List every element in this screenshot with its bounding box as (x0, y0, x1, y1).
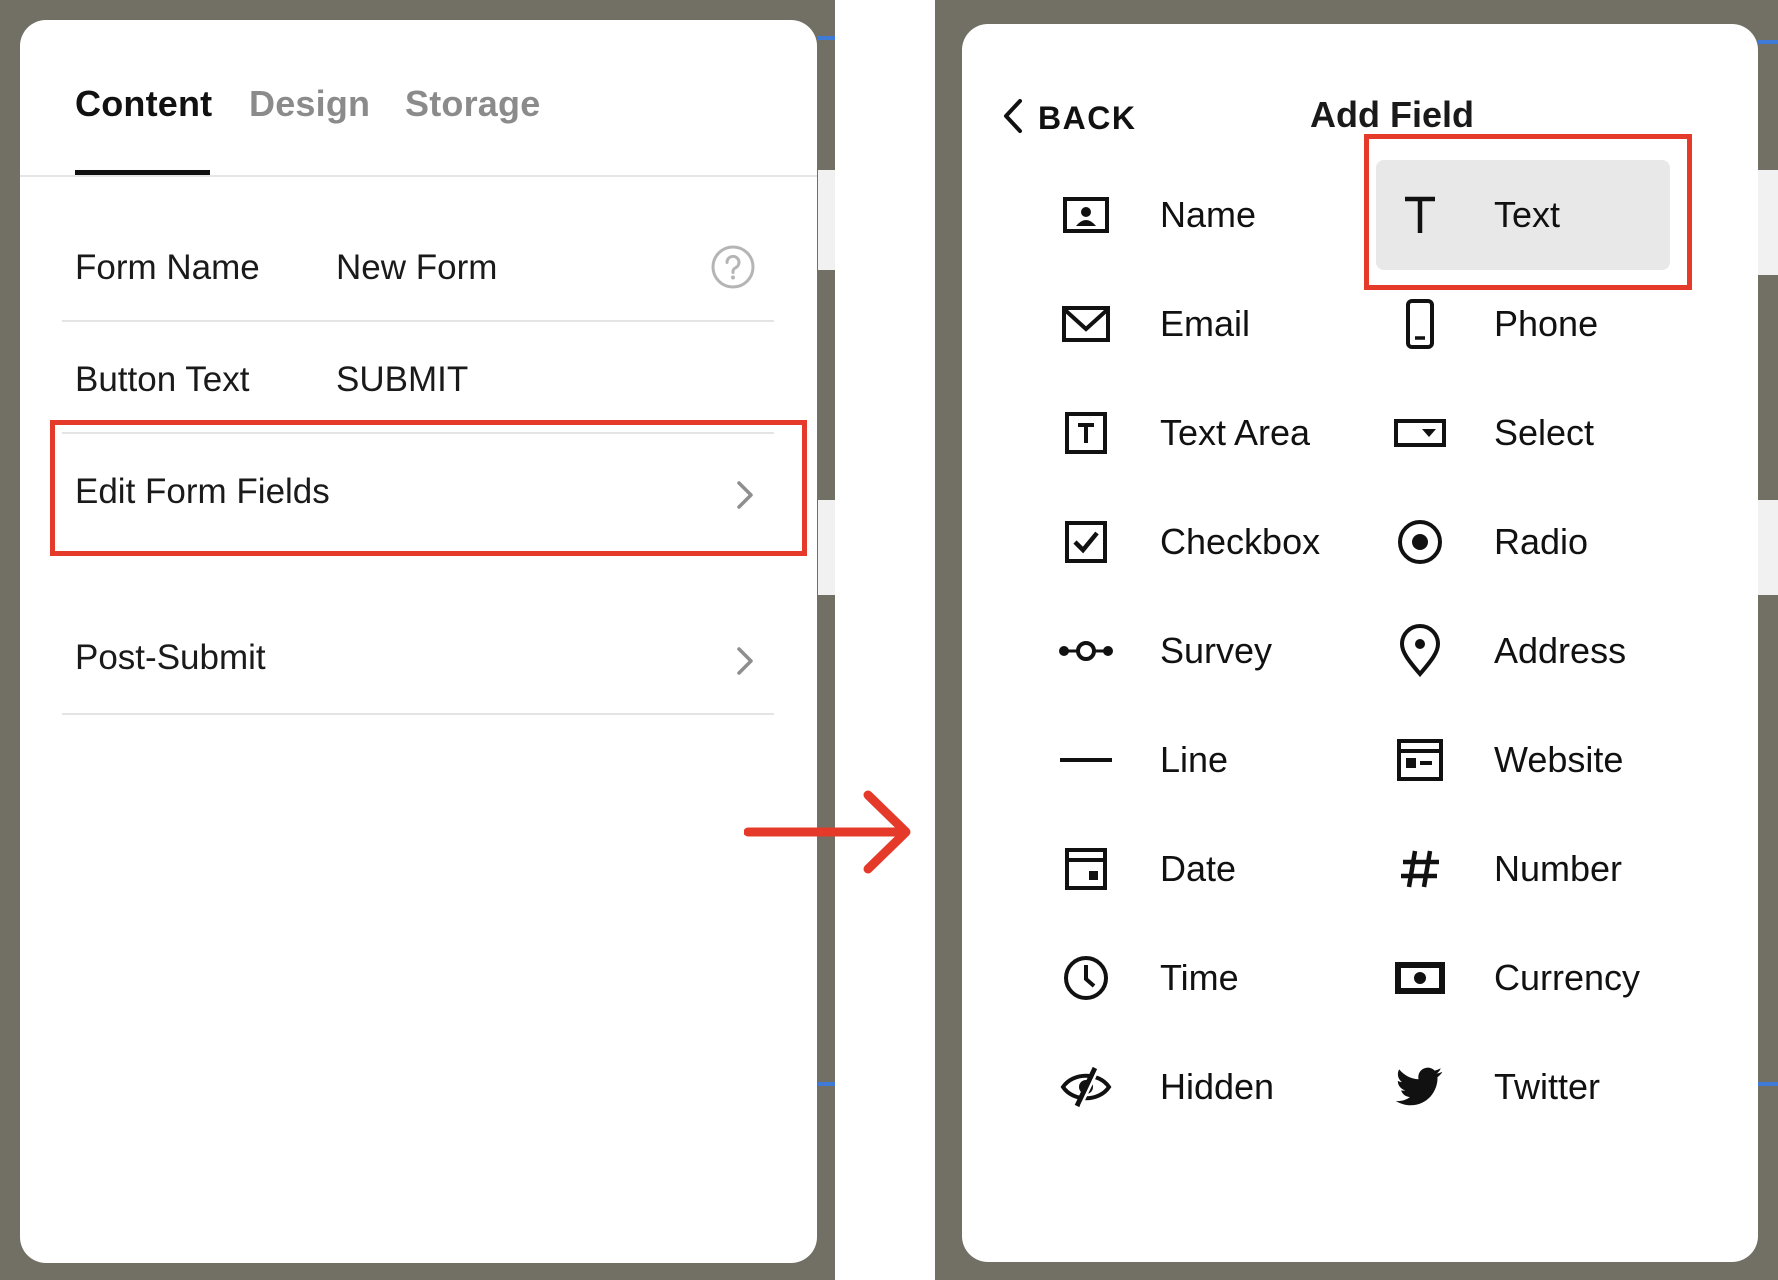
twitter-bird-icon (1392, 1059, 1448, 1115)
field-label: Line (1160, 739, 1229, 780)
add-field-panel: BACK Add Field Name Text Email Phone Tex… (962, 24, 1758, 1262)
tab-content[interactable]: Content (75, 83, 212, 125)
calendar-icon (1058, 841, 1114, 897)
website-icon (1392, 732, 1448, 788)
field-label: Date (1160, 848, 1237, 889)
checkbox-icon (1058, 514, 1114, 570)
field-number[interactable]: Number (1392, 839, 1622, 899)
field-radio[interactable]: Radio (1392, 512, 1588, 572)
arrow-right-icon (743, 787, 919, 882)
text-field-highlight (1364, 134, 1692, 290)
survey-dots-icon (1058, 623, 1114, 679)
field-label: Text Area (1160, 412, 1311, 453)
hash-icon (1392, 841, 1448, 897)
chevron-left-icon (1000, 96, 1026, 141)
form-name-value[interactable]: New Form (336, 248, 497, 288)
back-label: BACK (1038, 100, 1137, 136)
help-icon[interactable] (710, 244, 756, 295)
field-label: Select (1494, 412, 1595, 453)
tabs-divider (20, 175, 817, 177)
button-text-value[interactable]: SUBMIT (336, 360, 468, 400)
field-label: Checkbox (1160, 521, 1321, 562)
field-label: Number (1494, 848, 1623, 889)
selection-tick (1758, 1082, 1778, 1086)
field-label: Twitter (1494, 1066, 1601, 1107)
select-dropdown-icon (1392, 405, 1448, 461)
radio-icon (1392, 514, 1448, 570)
underlying-page-sliver (818, 170, 835, 270)
map-pin-icon (1392, 623, 1448, 679)
underlying-page-sliver (1758, 170, 1778, 275)
form-name-label: Form Name (75, 248, 260, 287)
row-divider (62, 713, 774, 715)
chevron-right-icon[interactable] (732, 643, 758, 684)
field-address[interactable]: Address (1392, 621, 1626, 681)
field-label: Survey (1160, 630, 1273, 671)
field-label: Name (1160, 194, 1257, 235)
panel-title: Add Field (1310, 94, 1474, 135)
post-submit-label[interactable]: Post-Submit (75, 638, 266, 678)
field-label: Email (1160, 303, 1251, 344)
field-label: Phone (1494, 303, 1599, 344)
text-area-icon (1058, 405, 1114, 461)
currency-icon (1392, 950, 1448, 1006)
field-twitter[interactable]: Twitter (1392, 1057, 1600, 1117)
envelope-icon (1058, 296, 1114, 352)
field-hidden[interactable]: Hidden (1058, 1057, 1274, 1117)
back-button[interactable]: BACK (1000, 96, 1136, 141)
tab-storage[interactable]: Storage (405, 83, 540, 125)
underlying-page-sliver (818, 500, 835, 595)
field-date[interactable]: Date (1058, 839, 1236, 899)
field-currency[interactable]: Currency (1392, 948, 1640, 1008)
field-label: Hidden (1160, 1066, 1275, 1107)
edit-form-fields-highlight (50, 420, 807, 556)
name-card-icon (1058, 187, 1114, 243)
field-label: Time (1160, 957, 1239, 998)
phone-icon (1392, 296, 1448, 352)
field-select[interactable]: Select (1392, 403, 1594, 463)
row-divider (62, 320, 774, 322)
eye-off-icon (1058, 1059, 1114, 1115)
tab-design[interactable]: Design (249, 83, 370, 125)
selection-tick (818, 36, 835, 40)
form-settings-panel: Content Design Storage Form Name New For… (20, 20, 817, 1263)
field-website[interactable]: Website (1392, 730, 1623, 790)
field-checkbox[interactable]: Checkbox (1058, 512, 1320, 572)
field-email[interactable]: Email (1058, 294, 1250, 354)
field-time[interactable]: Time (1058, 948, 1239, 1008)
clock-icon (1058, 950, 1114, 1006)
underlying-page-sliver (1758, 500, 1778, 595)
field-label: Currency (1494, 957, 1641, 998)
field-line[interactable]: Line (1058, 730, 1228, 790)
field-phone[interactable]: Phone (1392, 294, 1598, 354)
field-label: Address (1494, 630, 1627, 671)
selection-tick (818, 1082, 835, 1086)
field-text-area[interactable]: Text Area (1058, 403, 1310, 463)
field-survey[interactable]: Survey (1058, 621, 1272, 681)
button-text-label: Button Text (75, 360, 250, 399)
line-icon (1058, 732, 1114, 788)
field-label: Website (1494, 739, 1624, 780)
field-name[interactable]: Name (1058, 185, 1256, 245)
field-label: Radio (1494, 521, 1589, 562)
selection-tick (1758, 40, 1778, 44)
